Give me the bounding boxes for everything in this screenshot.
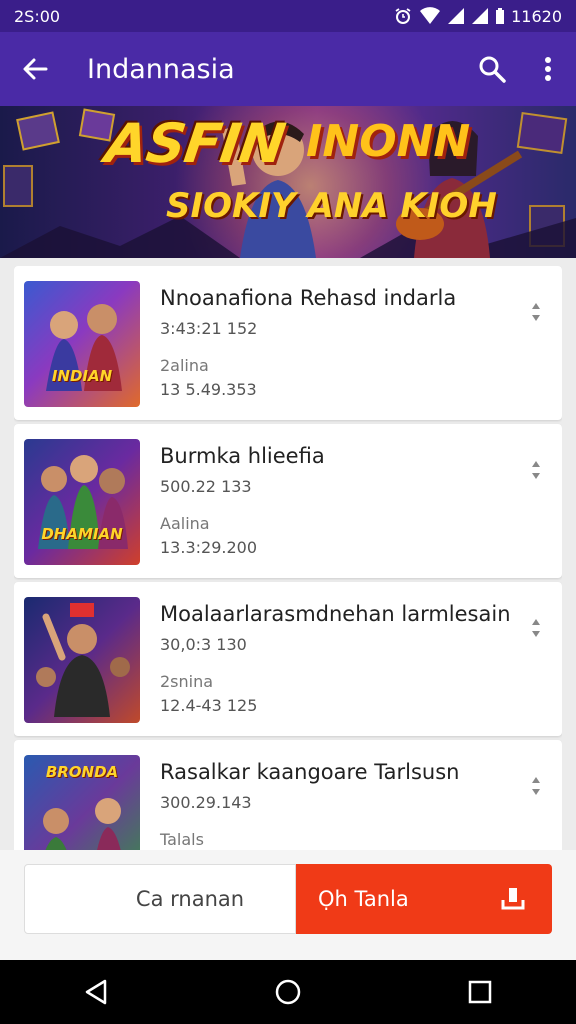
more-vert-icon — [532, 461, 540, 479]
more-vert-icon — [532, 777, 540, 795]
item-menu-button[interactable] — [524, 612, 548, 644]
game-list: INDIAN Nnoanafiona Rehasd indarla 3:43:2… — [14, 266, 562, 850]
thumb-title: INDIAN — [51, 367, 113, 385]
thumb-title: DHAMIAN — [41, 525, 123, 543]
back-button[interactable] — [0, 32, 70, 106]
search-button[interactable] — [464, 32, 520, 106]
battery-icon — [496, 8, 505, 24]
list-item[interactable]: DHAMIAN Burmka hlieefia 500.22 133 Aalin… — [14, 424, 562, 578]
item-title: Burmka hlieefia — [160, 444, 325, 468]
item-title: Rasalkar kaangoare Tarlsusn — [160, 760, 460, 784]
item-thumbnail: DHAMIAN — [24, 439, 140, 565]
item-meta: 500.22 133 — [160, 477, 252, 496]
alarm-icon — [395, 8, 411, 24]
banner-art — [0, 108, 576, 258]
app-bar: Indannasia — [0, 32, 576, 106]
item-label: Talals — [160, 830, 204, 849]
banner-headline: ASFIN — [101, 112, 289, 175]
more-vert-icon — [532, 303, 540, 321]
cancel-button[interactable]: Ca rnanan — [24, 864, 296, 934]
item-label: 2alina — [160, 356, 209, 375]
item-meta: 3:43:21 152 — [160, 319, 258, 338]
nav-back-button[interactable] — [66, 960, 126, 1024]
banner-subheadline: SIOKIY ANA KIOH — [166, 186, 497, 226]
item-meta: 30,0:3 130 — [160, 635, 247, 654]
wifi-icon — [420, 7, 441, 24]
item-meta-2: 13 5.49.353 — [160, 380, 257, 399]
search-icon — [479, 56, 506, 83]
item-thumbnail: INDIAN — [24, 281, 140, 407]
item-meta-2: 13.3:29.200 — [160, 538, 257, 557]
item-label: Aalina — [160, 514, 210, 533]
signal-icon-2 — [472, 8, 489, 24]
more-vert-icon — [545, 57, 551, 81]
page-title: Indannasia — [87, 53, 235, 85]
list-item[interactable]: BRONDA Rasalkar kaangoare Tarlsusn 300.2… — [14, 740, 562, 850]
arrow-left-icon — [23, 58, 48, 80]
signal-icon — [448, 8, 465, 24]
item-thumbnail: BRONDA — [24, 755, 140, 850]
item-meta-2: 12.4-43 125 — [160, 696, 258, 715]
item-meta: 300.29.143 — [160, 793, 252, 812]
nav-recents-button[interactable] — [450, 960, 510, 1024]
recents-square-icon — [468, 980, 492, 1004]
item-menu-button[interactable] — [524, 296, 548, 328]
system-nav-bar — [0, 960, 576, 1024]
item-title: Nnoanafiona Rehasd indarla — [160, 286, 457, 310]
bottom-action-panel: Ca rnanan Ọh Tanla — [0, 850, 576, 960]
primary-action-label: Ọh Tanla — [318, 887, 409, 911]
item-title: Moalaarlarasmdnehan larmlesain — [160, 602, 511, 626]
home-circle-icon — [275, 979, 301, 1005]
battery-text: 11620 — [511, 6, 562, 26]
item-menu-button[interactable] — [524, 454, 548, 486]
list-item[interactable]: INDIAN Nnoanafiona Rehasd indarla 3:43:2… — [14, 266, 562, 420]
more-options-button[interactable] — [520, 32, 576, 106]
status-time: 2S:00 — [14, 6, 61, 26]
primary-action-button[interactable]: Ọh Tanla — [296, 864, 552, 934]
back-triangle-icon — [85, 979, 107, 1005]
download-icon — [501, 888, 525, 910]
status-bar: 2S:00 11620 — [0, 0, 576, 32]
list-item[interactable]: Moalaarlarasmdnehan larmlesain 30,0:3 13… — [14, 582, 562, 736]
status-icons: 11620 — [393, 6, 562, 26]
nav-home-button[interactable] — [258, 960, 318, 1024]
more-vert-icon — [532, 619, 540, 637]
item-thumbnail — [24, 597, 140, 723]
thumb-title: BRONDA — [45, 763, 119, 781]
item-label: 2snina — [160, 672, 214, 691]
banner-headline-2: INONN — [306, 116, 471, 167]
item-menu-button[interactable] — [524, 770, 548, 802]
hero-banner[interactable]: ASFIN INONN SIOKIY ANA KIOH — [0, 106, 576, 258]
